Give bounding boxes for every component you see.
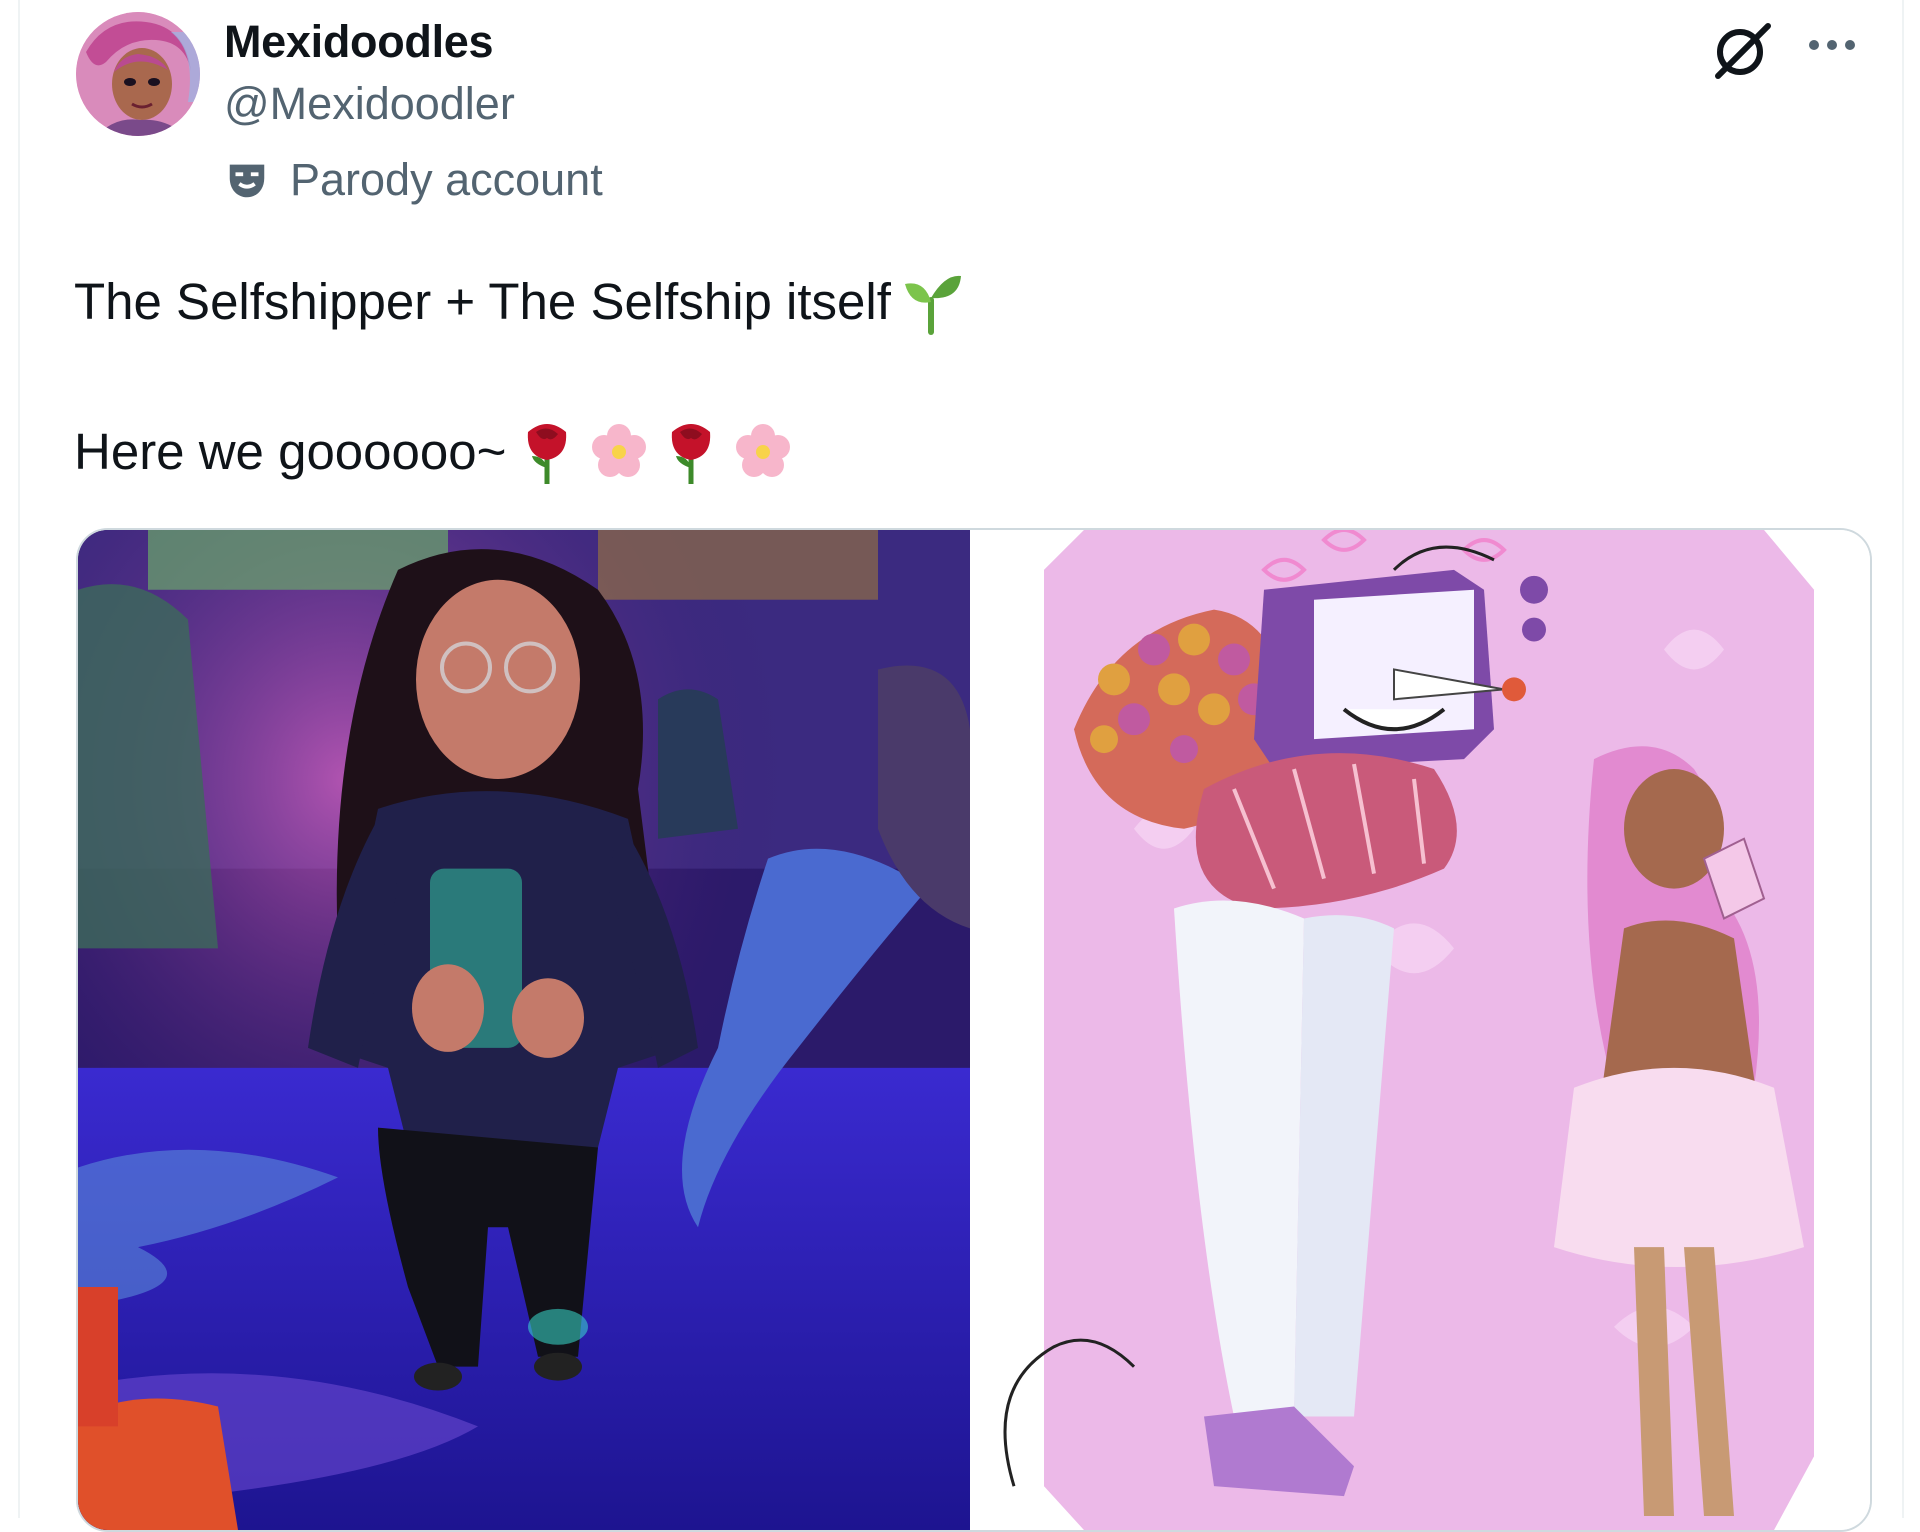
tweet-text-line-1: The Selfshipper + The Selfship itself: [74, 266, 963, 336]
rose-emoji-icon: [516, 416, 578, 486]
photo-selfie[interactable]: [78, 530, 970, 1530]
seedling-emoji-icon: [901, 266, 963, 336]
rose-emoji-icon: [660, 416, 722, 486]
parody-label: Parody account: [224, 150, 603, 210]
tweet-text-line-2: Here we goooooo~: [74, 416, 794, 486]
cherry-blossom-emoji-icon: [732, 416, 794, 486]
user-handle[interactable]: @Mexidoodler: [224, 78, 515, 130]
avatar[interactable]: [76, 12, 200, 136]
parody-label-text: Parody account: [290, 154, 603, 205]
media-grid: [76, 528, 1872, 1532]
tweet-card[interactable]: Mexidoodles @Mexidoodler Parody account …: [18, 0, 1904, 1532]
tweet-line-1-text: The Selfshipper + The Selfship itself: [74, 272, 891, 330]
cherry-blossom-emoji-icon: [588, 416, 650, 486]
illustration-selfship[interactable]: [974, 530, 1870, 1530]
grok-icon[interactable]: [1710, 20, 1774, 80]
tweet-line-2-text: Here we goooooo~: [74, 422, 507, 480]
more-options-icon[interactable]: [1802, 20, 1862, 70]
display-name[interactable]: Mexidoodles: [224, 16, 494, 68]
theater-mask-icon: [224, 157, 270, 203]
